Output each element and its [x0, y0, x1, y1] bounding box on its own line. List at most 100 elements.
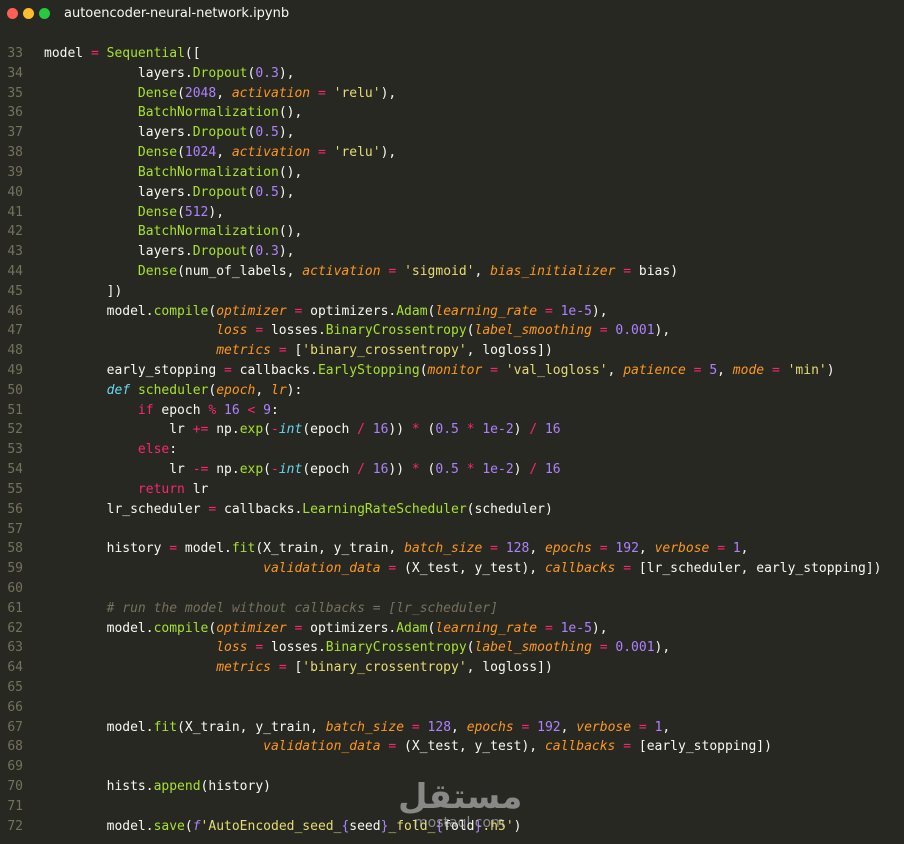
code-token: layers. [44, 125, 193, 141]
code-line[interactable]: 44 Dense(num_of_labels, activation = 'si… [0, 262, 904, 282]
code-line[interactable]: 43 layers.Dropout(0.3), [0, 242, 904, 262]
code-line[interactable]: 60 [0, 579, 904, 599]
code-text: metrics = ['binary_crossentropy', loglos… [44, 658, 553, 678]
code-token: ), [278, 244, 295, 260]
code-line[interactable]: 55 return lr [0, 480, 904, 500]
line-number: 34 [7, 65, 23, 81]
minimize-window-button[interactable] [23, 8, 34, 19]
code-line[interactable]: 37 layers.Dropout(0.5), [0, 123, 904, 143]
code-token: compile [153, 620, 209, 636]
code-token: ( [466, 323, 475, 339]
code-line[interactable]: 54 lr -= np.exp(-int(epoch / 16)) * (0.5… [0, 460, 904, 480]
line-number: 39 [7, 164, 23, 180]
code-line[interactable]: 63 loss = losses.BinaryCrossentropy(labe… [0, 638, 904, 658]
code-line[interactable]: 61 # run the model without callbacks = [… [0, 599, 904, 619]
code-text: layers.Dropout(0.3), [44, 64, 295, 84]
code-token: / [357, 422, 365, 438]
code-token: ([ [184, 46, 201, 61]
code-line[interactable]: 58 history = model.fit(X_train, y_train,… [0, 539, 904, 559]
code-token: (scheduler) [466, 501, 553, 517]
line-number: 38 [7, 145, 23, 161]
code-line[interactable]: 45 ]) [0, 282, 904, 302]
window-title: autoencoder-neural-network.ipynb [64, 6, 290, 21]
code-token: - [271, 462, 279, 478]
line-number: 67 [7, 719, 23, 735]
code-token: Sequential [106, 46, 185, 61]
code-token: Dropout [192, 125, 248, 141]
code-text: Dense(1024, activation = 'relu'), [44, 143, 396, 163]
code-token: = [599, 640, 608, 656]
code-text: history = model.fit(X_train, y_train, ba… [44, 539, 749, 559]
code-line[interactable]: 64 metrics = ['binary_crossentropy', log… [0, 658, 904, 678]
code-line[interactable]: 39 BatchNormalization(), [0, 163, 904, 183]
code-token: [ [286, 660, 303, 676]
code-token: ( [263, 422, 271, 438]
code-token: 'min' [787, 363, 827, 378]
code-line[interactable]: 38 Dense(1024, activation = 'relu'), [0, 143, 904, 163]
code-token: ( [177, 204, 185, 220]
code-line[interactable]: 59 validation_data = (X_test, y_test), c… [0, 559, 904, 579]
code-token: 128 [505, 541, 530, 557]
code-line[interactable]: 41 Dense(512), [0, 203, 904, 223]
code-token: - [271, 422, 279, 438]
code-line[interactable]: 50 def scheduler(epoch, lr): [0, 381, 904, 401]
close-window-button[interactable] [7, 8, 18, 19]
watermark-logo: مستقل mostaql.com [398, 777, 522, 839]
code-line[interactable]: 48 metrics = ['binary_crossentropy', log… [0, 341, 904, 361]
code-token: callbacks. [231, 363, 318, 378]
code-line[interactable]: 33 model = Sequential([ [0, 44, 904, 64]
code-line[interactable]: 35 Dense(2048, activation = 'relu'), [0, 84, 904, 104]
code-line[interactable]: 46 model.compile(optimizer = optimizers.… [0, 302, 904, 322]
code-line[interactable]: 67 model.fit(X_train, y_train, batch_siz… [0, 718, 904, 738]
code-token: validation_data [263, 561, 381, 577]
line-number: 45 [7, 283, 23, 299]
code-line[interactable]: 40 layers.Dropout(0.5), [0, 183, 904, 203]
line-number: 41 [7, 204, 23, 220]
code-token: BinaryCrossentropy [325, 640, 467, 656]
code-token: 16 [544, 462, 561, 478]
code-token: 0.5 [255, 125, 279, 141]
code-text: validation_data = (X_test, y_test), call… [44, 737, 772, 757]
code-line[interactable]: 53 else: [0, 440, 904, 460]
code-token: activation [302, 263, 381, 279]
code-line[interactable]: 49 early_stopping = callbacks.EarlyStopp… [0, 361, 904, 381]
code-line[interactable]: 62 model.compile(optimizer = optimizers.… [0, 619, 904, 639]
code-token: 0.001 [615, 640, 655, 656]
code-line[interactable]: 36 BatchNormalization(), [0, 103, 904, 123]
line-number: 68 [7, 739, 23, 755]
code-line[interactable]: 57 [0, 520, 904, 540]
code-token: (), [278, 105, 303, 121]
code-text: metrics = ['binary_crossentropy', loglos… [44, 341, 553, 361]
code-token: / [529, 462, 538, 478]
code-line[interactable]: 68 validation_data = (X_test, y_test), c… [0, 737, 904, 757]
code-token: Dropout [192, 244, 248, 260]
code-token: = [623, 561, 632, 577]
code-line[interactable]: 52 lr += np.exp(-int(epoch / 16)) * (0.5… [0, 420, 904, 440]
maximize-window-button[interactable] [39, 8, 50, 19]
code-token: model. [44, 303, 154, 319]
code-line[interactable]: 66 [0, 698, 904, 718]
code-token: [early_stopping]) [631, 739, 772, 755]
code-token: (X_train, y_train, [255, 541, 405, 557]
code-line[interactable]: 34 layers.Dropout(0.3), [0, 64, 904, 84]
code-token: ) [513, 422, 530, 438]
code-token: optimizers. [302, 620, 397, 636]
code-line[interactable]: 69 [0, 757, 904, 777]
code-line[interactable]: 56 lr_scheduler = callbacks.LearningRate… [0, 500, 904, 520]
code-token: ( [419, 422, 436, 438]
code-line[interactable]: 47 loss = losses.BinaryCrossentropy(labe… [0, 321, 904, 341]
code-line[interactable]: 51 if epoch % 16 < 9: [0, 401, 904, 421]
code-line[interactable]: 42 BatchNormalization(), [0, 222, 904, 242]
code-token: = [90, 46, 99, 61]
code-token: ), [278, 125, 295, 141]
code-token: 'AutoEncoded_seed_ [200, 818, 342, 834]
code-line[interactable]: 65 [0, 678, 904, 698]
code-editor[interactable]: 33 model = Sequential([34 layers.Dropout(… [0, 44, 904, 837]
